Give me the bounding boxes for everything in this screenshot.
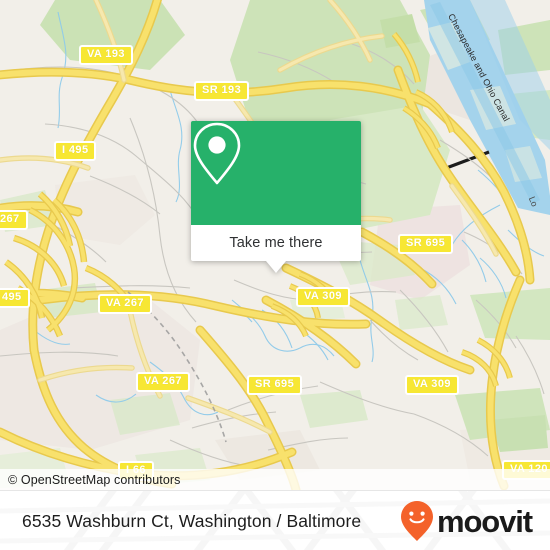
road-shield: 495 <box>0 288 30 308</box>
moovit-wordmark: moovit <box>436 503 533 539</box>
map-canvas[interactable]: VA 193 SR 193 I 495 267 495 VA 267 VA 26… <box>0 0 550 490</box>
map-pin-icon <box>193 122 241 185</box>
road-shield: VA 267 <box>136 372 190 392</box>
moovit-smiley-pin-icon <box>400 501 433 541</box>
location-callout[interactable]: Take me there <box>191 121 361 273</box>
road-shield: SR 193 <box>194 81 250 101</box>
callout-label: Take me there <box>229 235 323 251</box>
callout-tail <box>266 261 286 273</box>
footer-address: 6535 Washburn Ct, Washington / Baltimore <box>22 491 361 550</box>
callout-header <box>191 121 361 225</box>
callout-action[interactable]: Take me there <box>191 225 361 261</box>
road-shield: I 495 <box>54 141 97 161</box>
road-shield: 267 <box>0 210 28 230</box>
address-text: 6535 Washburn Ct, Washington / Baltimore <box>22 510 362 531</box>
road-shield: VA 309 <box>296 287 350 307</box>
road-shield: VA 267 <box>98 294 152 314</box>
road-shield: SR 695 <box>398 234 454 254</box>
road-shield: SR 695 <box>247 375 303 395</box>
road-shield: VA 309 <box>405 375 459 395</box>
map-attribution-bar: © OpenStreetMap contributors <box>0 469 550 490</box>
moovit-logo[interactable]: moovit <box>400 491 533 550</box>
map-screenshot: VA 193 SR 193 I 495 267 495 VA 267 VA 26… <box>0 0 550 550</box>
attribution-text: © OpenStreetMap contributors <box>8 472 181 487</box>
footer-bar: 6535 Washburn Ct, Washington / Baltimore… <box>0 490 550 550</box>
road-shield: VA 193 <box>79 45 133 65</box>
